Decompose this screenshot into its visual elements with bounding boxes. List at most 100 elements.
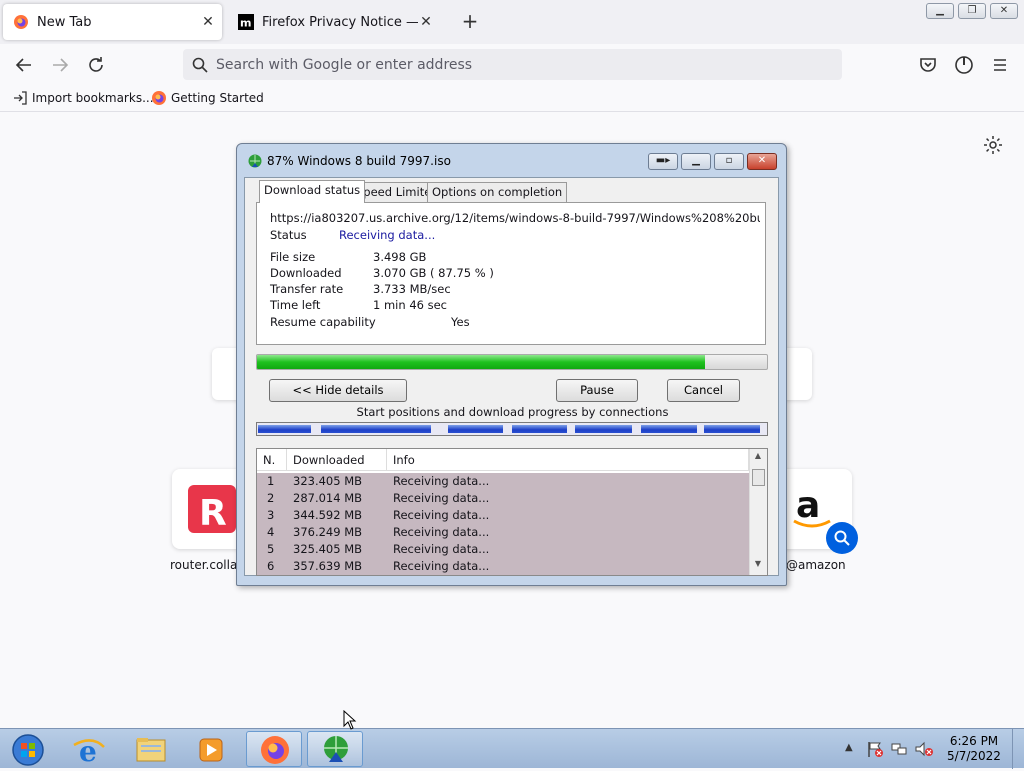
bookmark-label: Import bookmarks...: [32, 91, 154, 105]
bookmark-getting-started[interactable]: Getting Started: [151, 90, 264, 106]
taskbar-download-manager[interactable]: [307, 731, 363, 767]
tab-download-status[interactable]: Download status: [259, 180, 366, 203]
download-status-panel: https://ia803207.us.archive.org/12/items…: [256, 202, 766, 345]
dialog-title-bar[interactable]: 87% Windows 8 build 7997.iso ▬▸ ▁ ▫ ✕: [237, 144, 786, 178]
table-row[interactable]: 2 287.014 MB Receiving data...: [257, 490, 749, 507]
connection-segment: [258, 425, 311, 433]
close-button[interactable]: ✕: [990, 3, 1018, 19]
action-center-flag-icon[interactable]: [866, 740, 884, 758]
svg-text:a: a: [796, 485, 820, 526]
connection-segment: [641, 425, 697, 433]
account-icon: [955, 56, 973, 74]
taskbar-file-explorer[interactable]: [123, 731, 179, 767]
row-number: 1: [267, 474, 275, 488]
taskbar-firefox[interactable]: [246, 731, 302, 767]
firefox-icon: [152, 91, 166, 105]
row-number: 6: [267, 559, 275, 573]
tab-options-on-completion[interactable]: Options on completion: [427, 182, 568, 202]
connection-segment: [704, 425, 760, 433]
connections-progress-label: Start positions and download progress by…: [356, 405, 669, 419]
settings-gear-icon[interactable]: [982, 134, 1004, 156]
forward-button[interactable]: [48, 53, 72, 77]
tab-privacy-notice[interactable]: m Firefox Privacy Notice — Mozilla ✕: [228, 4, 440, 40]
minimize-button[interactable]: ▁: [926, 3, 954, 19]
pocket-button[interactable]: [916, 53, 940, 77]
import-icon: [14, 91, 27, 105]
connections-scrollbar[interactable]: ▲ ▼: [749, 449, 767, 575]
search-icon: [834, 530, 850, 546]
column-header-info[interactable]: Info: [387, 449, 749, 471]
system-clock[interactable]: 6:26 PM 5/7/2022: [940, 734, 1008, 764]
clock-date: 5/7/2022: [947, 749, 1001, 763]
restore-button[interactable]: ❐: [958, 3, 986, 19]
tab-label: Firefox Privacy Notice — Mozilla: [262, 14, 418, 30]
table-row[interactable]: 6 357.639 MB Receiving data...: [257, 558, 749, 575]
table-row[interactable]: 1 323.405 MB Receiving data...: [257, 473, 749, 490]
tab-close-icon[interactable]: ✕: [200, 14, 216, 30]
scroll-down-icon[interactable]: ▼: [752, 559, 764, 571]
resume-capability-value: Yes: [451, 315, 470, 329]
hide-details-button[interactable]: << Hide details: [269, 379, 407, 402]
media-player-icon: [199, 738, 223, 762]
url-input[interactable]: [216, 56, 816, 73]
tab-label: New Tab: [37, 14, 92, 30]
transfer-rate-label: Transfer rate: [270, 282, 344, 296]
search-shortcut-badge: [826, 522, 858, 554]
table-row[interactable]: 4 376.249 MB Receiving data...: [257, 524, 749, 541]
connections-progress-bar: [256, 422, 768, 436]
account-button[interactable]: [952, 53, 976, 77]
connection-segment: [448, 425, 503, 433]
back-button[interactable]: [12, 53, 36, 77]
bookmark-import[interactable]: Import bookmarks...: [12, 90, 154, 106]
tab-close-icon[interactable]: ✕: [418, 14, 434, 30]
tab-strip: New Tab ✕ m Firefox Privacy Notice — Moz…: [0, 0, 1024, 44]
network-icon[interactable]: [890, 740, 908, 758]
dialog-close-button[interactable]: ✕: [747, 153, 777, 170]
download-progress-dialog: 87% Windows 8 build 7997.iso ▬▸ ▁ ▫ ✕ Do…: [236, 143, 787, 586]
send-to-tray-button[interactable]: ▬▸: [648, 153, 678, 170]
column-header-n[interactable]: N.: [257, 449, 287, 471]
scrollbar-thumb[interactable]: [752, 469, 765, 486]
row-info: Receiving data...: [393, 491, 490, 505]
bookmark-label: Getting Started: [171, 91, 264, 105]
reload-button[interactable]: [84, 53, 108, 77]
dialog-minimize-button[interactable]: ▁: [681, 153, 711, 170]
file-size-value: 3.498 GB: [373, 250, 427, 264]
cancel-button[interactable]: Cancel: [667, 379, 740, 402]
row-number: 5: [267, 542, 275, 556]
scroll-up-icon[interactable]: ▲: [752, 451, 764, 463]
connections-table-header: N. Downloaded Info: [257, 449, 749, 471]
svg-text:m: m: [240, 17, 251, 30]
column-header-downloaded[interactable]: Downloaded: [287, 449, 387, 471]
tab-new-tab[interactable]: New Tab ✕: [3, 4, 222, 40]
row-downloaded: 376.249 MB: [293, 525, 363, 539]
show-desktop-button[interactable]: [1012, 729, 1024, 769]
dialog-maximize-button[interactable]: ▫: [714, 153, 744, 170]
new-tab-button[interactable]: +: [459, 10, 481, 32]
status-value: Receiving data...: [339, 228, 436, 242]
back-arrow-icon: [15, 58, 31, 72]
pause-button[interactable]: Pause: [556, 379, 638, 402]
bookmarks-toolbar: Import bookmarks... Getting Started: [0, 86, 1024, 112]
internet-explorer-icon: e: [73, 735, 105, 768]
row-downloaded: 287.014 MB: [293, 491, 363, 505]
volume-muted-icon[interactable]: [914, 740, 934, 758]
taskbar-internet-explorer[interactable]: e: [62, 731, 118, 768]
show-hidden-icons-chevron-icon[interactable]: ▲: [845, 742, 853, 753]
url-bar[interactable]: [183, 49, 842, 80]
status-label: Status: [270, 228, 307, 242]
menu-button[interactable]: [988, 53, 1012, 77]
table-row[interactable]: 3 344.592 MB Receiving data...: [257, 507, 749, 524]
clock-time: 6:26 PM: [949, 734, 999, 748]
start-button[interactable]: [2, 731, 52, 767]
taskbar-media-player[interactable]: [184, 731, 240, 767]
search-icon: [192, 57, 208, 73]
shortcut-label: @amazon: [786, 558, 846, 572]
row-downloaded: 323.405 MB: [293, 474, 363, 488]
progress-bar-fill: [257, 355, 705, 369]
table-row[interactable]: 5 325.405 MB Receiving data...: [257, 541, 749, 558]
connections-table[interactable]: N. Downloaded Info 1 323.405 MB Receiving …: [256, 448, 768, 576]
dialog-body: Download status Speed Limiter Options on…: [244, 177, 779, 576]
navigation-toolbar: [0, 44, 1024, 86]
downloaded-value: 3.070 GB ( 87.75 % ): [373, 266, 494, 280]
